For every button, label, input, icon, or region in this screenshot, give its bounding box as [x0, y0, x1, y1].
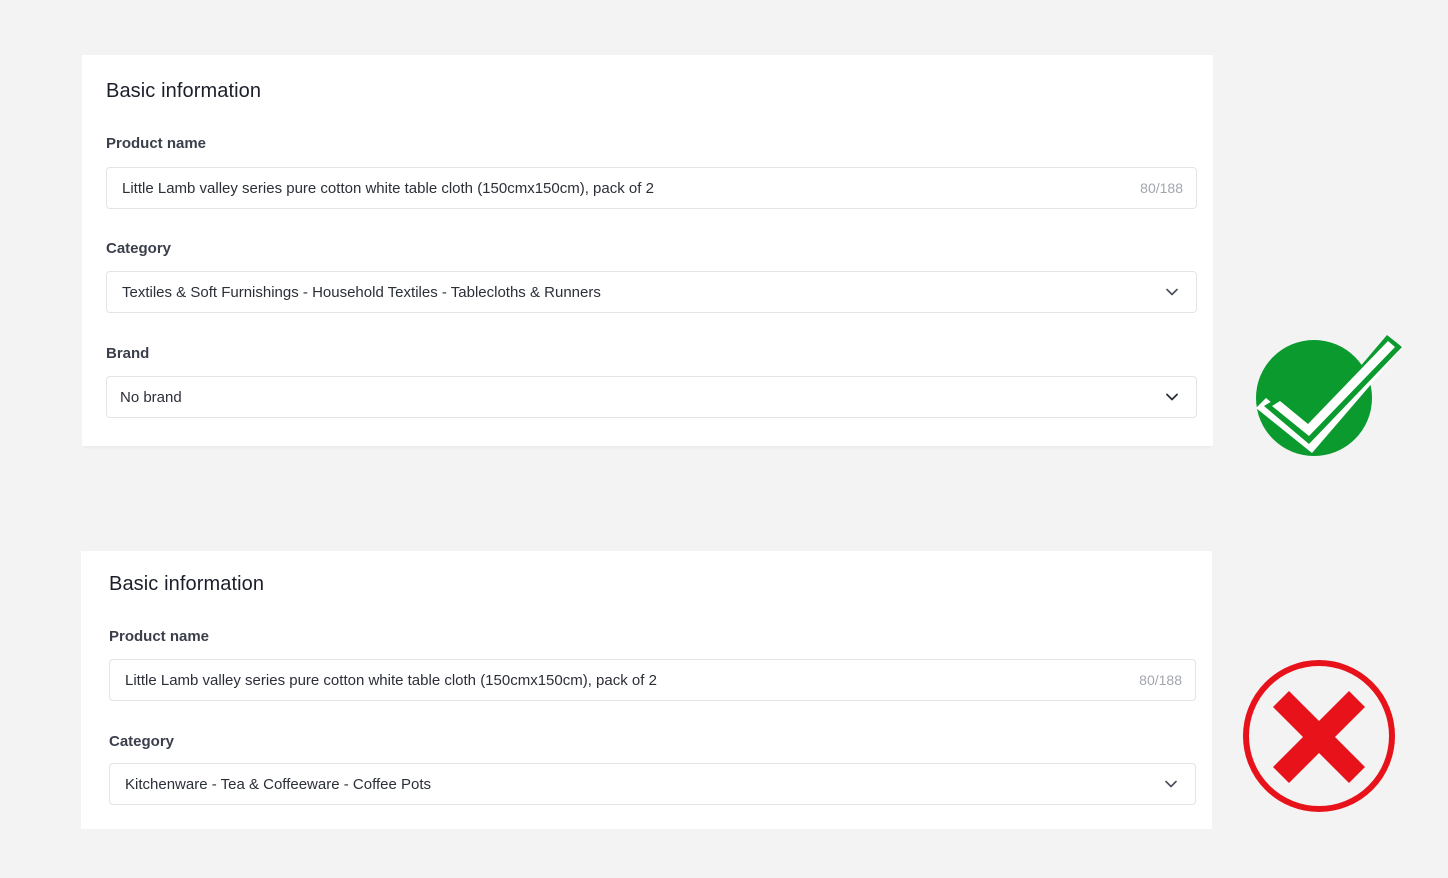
category-select[interactable]: Kitchenware - Tea & Coffeeware - Coffee …	[109, 763, 1196, 805]
product-name-label: Product name	[109, 628, 210, 645]
character-counter: 80/188	[1140, 180, 1183, 196]
brand-label: Brand	[106, 345, 150, 362]
product-name-value: Little Lamb valley series pure cotton wh…	[125, 671, 657, 689]
character-counter: 80/188	[1139, 672, 1182, 688]
chevron-down-icon[interactable]	[1164, 389, 1180, 405]
product-name-input[interactable]: Little Lamb valley series pure cotton wh…	[106, 167, 1197, 209]
brand-select[interactable]: No brand	[106, 376, 1197, 418]
category-label: Category	[109, 733, 175, 750]
chevron-down-icon[interactable]	[1164, 284, 1180, 300]
product-name-value: Little Lamb valley series pure cotton wh…	[122, 179, 654, 197]
chevron-down-icon[interactable]	[1163, 776, 1179, 792]
brand-value: No brand	[120, 388, 182, 406]
red-cross-icon	[1240, 658, 1398, 821]
basic-information-card-incorrect: Basic information Product name Little La…	[81, 551, 1212, 829]
category-value: Kitchenware - Tea & Coffeeware - Coffee …	[125, 775, 431, 793]
product-name-label: Product name	[106, 135, 207, 152]
section-title: Basic information	[109, 573, 265, 595]
green-checkmark-icon	[1252, 328, 1412, 463]
basic-information-card-correct: Basic information Product name Little La…	[82, 55, 1213, 446]
category-value: Textiles & Soft Furnishings - Household …	[122, 283, 601, 301]
product-name-input[interactable]: Little Lamb valley series pure cotton wh…	[109, 659, 1196, 701]
category-label: Category	[106, 240, 172, 257]
section-title: Basic information	[106, 80, 262, 102]
category-select[interactable]: Textiles & Soft Furnishings - Household …	[106, 271, 1197, 313]
